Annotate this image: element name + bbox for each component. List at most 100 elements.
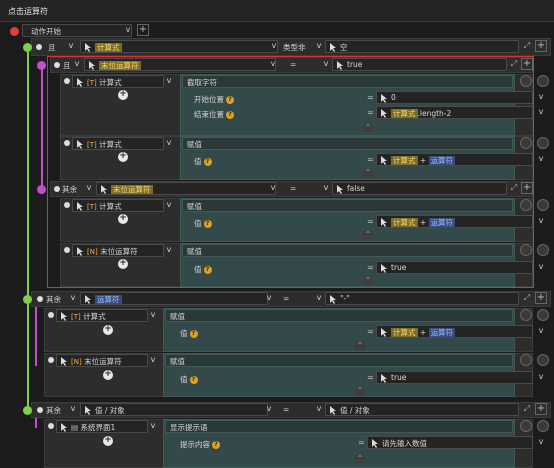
- chevron-down-icon[interactable]: v: [268, 58, 278, 71]
- condition-expr-field[interactable]: 末位运算符: [84, 58, 276, 71]
- toggle-icon[interactable]: [520, 75, 532, 87]
- param-value-field[interactable]: 请先输入数值: [367, 436, 533, 449]
- chevron-down-icon[interactable]: v: [164, 244, 174, 257]
- add-condition-button[interactable]: +: [535, 403, 547, 415]
- chevron-down-icon[interactable]: v: [123, 24, 133, 37]
- chevron-down-icon[interactable]: v: [148, 420, 158, 433]
- drag-handle-icon[interactable]: [54, 62, 60, 68]
- action-method-select[interactable]: 赋值: [182, 137, 513, 150]
- chevron-down-icon[interactable]: v: [536, 91, 546, 104]
- param-value-field[interactable]: 计算式 + 运算符: [376, 215, 533, 228]
- settings-icon[interactable]: [537, 420, 549, 432]
- chevron-down-icon[interactable]: v: [66, 40, 76, 53]
- expand-icon[interactable]: ⤢: [522, 403, 532, 416]
- action-method-select[interactable]: 截取字符: [182, 75, 513, 88]
- drag-handle-icon[interactable]: [37, 407, 43, 413]
- action-target-select[interactable]: [T] 计算式: [72, 75, 164, 88]
- chevron-down-icon[interactable]: v: [164, 137, 174, 150]
- drag-handle-icon[interactable]: [64, 78, 70, 84]
- drag-handle-icon[interactable]: [54, 186, 60, 192]
- chevron-down-icon[interactable]: v: [536, 261, 546, 274]
- root-connector-dot[interactable]: [10, 27, 19, 36]
- condition-expr-field[interactable]: 计算式: [80, 40, 278, 53]
- action-method-select[interactable]: 赋值: [165, 354, 513, 367]
- condition-expr-field[interactable]: 末位运算符: [96, 182, 276, 195]
- toggle-icon[interactable]: [520, 420, 532, 432]
- drag-handle-icon[interactable]: [37, 296, 43, 302]
- expand-icon[interactable]: ⤢: [509, 182, 519, 195]
- add-condition-button[interactable]: +: [535, 40, 547, 52]
- add-action-button[interactable]: +: [118, 90, 128, 100]
- toggle-icon[interactable]: [520, 309, 532, 321]
- collapse-icon[interactable]: ^: [362, 231, 374, 239]
- expand-icon[interactable]: ⤢: [522, 40, 532, 53]
- condition-value-field[interactable]: "-": [325, 292, 519, 305]
- add-condition-button[interactable]: +: [521, 58, 533, 70]
- chevron-down-icon[interactable]: v: [72, 58, 82, 71]
- chevron-down-icon[interactable]: v: [321, 182, 331, 195]
- condition-value-field[interactable]: true: [332, 58, 507, 71]
- chevron-down-icon[interactable]: v: [269, 40, 279, 53]
- toggle-icon[interactable]: [520, 199, 532, 211]
- condition-value-field[interactable]: 空: [325, 40, 519, 53]
- action-target-select[interactable]: [T] 计算式: [72, 199, 164, 212]
- drag-handle-icon[interactable]: [48, 423, 54, 429]
- collapse-icon[interactable]: ^: [362, 124, 374, 132]
- condition-expr-field[interactable]: 值 / 对象: [80, 403, 268, 416]
- action-target-select[interactable]: ▤ 系统界面1: [56, 420, 148, 433]
- collapse-icon[interactable]: ^: [362, 169, 374, 177]
- collapse-icon[interactable]: ^: [354, 387, 366, 395]
- chevron-down-icon[interactable]: v: [314, 292, 324, 305]
- collapse-icon[interactable]: ^: [354, 342, 366, 350]
- param-value-field[interactable]: true: [376, 371, 533, 384]
- condition-value-field[interactable]: 值 / 对象: [325, 403, 519, 416]
- add-action-button[interactable]: +: [118, 259, 128, 269]
- param-value-field[interactable]: 计算式 .length-2: [376, 106, 533, 119]
- add-condition-button[interactable]: +: [535, 292, 547, 304]
- add-action-button[interactable]: +: [118, 152, 128, 162]
- action-target-select[interactable]: [T] 计算式: [72, 137, 164, 150]
- chevron-down-icon[interactable]: v: [264, 403, 274, 416]
- param-value-field[interactable]: 计算式 + 运算符: [376, 153, 533, 166]
- settings-icon[interactable]: [537, 199, 549, 211]
- chevron-down-icon[interactable]: v: [84, 182, 94, 195]
- add-action-button[interactable]: +: [103, 370, 113, 380]
- action-method-select[interactable]: 赋值: [165, 309, 513, 322]
- condition-expr-field[interactable]: 运算符: [80, 292, 268, 305]
- drag-handle-icon[interactable]: [36, 44, 42, 50]
- action-method-select[interactable]: 赋值: [182, 244, 513, 257]
- chevron-down-icon[interactable]: v: [68, 403, 78, 416]
- add-action-button[interactable]: +: [118, 214, 128, 224]
- param-value-field[interactable]: true: [376, 261, 533, 274]
- add-condition-button[interactable]: +: [521, 182, 533, 194]
- drag-handle-icon[interactable]: [64, 140, 70, 146]
- toggle-icon[interactable]: [520, 137, 532, 149]
- settings-icon[interactable]: [537, 137, 549, 149]
- collapse-icon[interactable]: ^: [362, 277, 374, 285]
- add-action-button[interactable]: +: [103, 436, 113, 446]
- action-target-select[interactable]: [N] 末位运算符: [56, 354, 148, 367]
- chevron-down-icon[interactable]: v: [268, 182, 278, 195]
- param-value-field[interactable]: 0: [376, 91, 533, 104]
- settings-icon[interactable]: [537, 75, 549, 87]
- drag-handle-icon[interactable]: [48, 312, 54, 318]
- drag-handle-icon[interactable]: [64, 247, 70, 253]
- action-method-select[interactable]: 赋值: [182, 199, 513, 212]
- chevron-down-icon[interactable]: v: [148, 309, 158, 322]
- branch-dot[interactable]: [23, 295, 32, 304]
- add-root-button[interactable]: +: [137, 24, 149, 36]
- expand-icon[interactable]: ⤢: [522, 292, 532, 305]
- chevron-down-icon[interactable]: v: [536, 325, 546, 338]
- chevron-down-icon[interactable]: v: [164, 75, 174, 88]
- chevron-down-icon[interactable]: v: [68, 292, 78, 305]
- chevron-down-icon[interactable]: v: [536, 436, 546, 449]
- settings-icon[interactable]: [537, 244, 549, 256]
- action-method-select[interactable]: 显示提示语: [165, 420, 513, 433]
- chevron-down-icon[interactable]: v: [536, 215, 546, 228]
- toggle-icon[interactable]: [520, 244, 532, 256]
- chevron-down-icon[interactable]: v: [314, 403, 324, 416]
- settings-icon[interactable]: [537, 354, 549, 366]
- drag-handle-icon[interactable]: [48, 357, 54, 363]
- param-value-field[interactable]: 计算式 + 运算符: [376, 325, 533, 338]
- chevron-down-icon[interactable]: v: [321, 58, 331, 71]
